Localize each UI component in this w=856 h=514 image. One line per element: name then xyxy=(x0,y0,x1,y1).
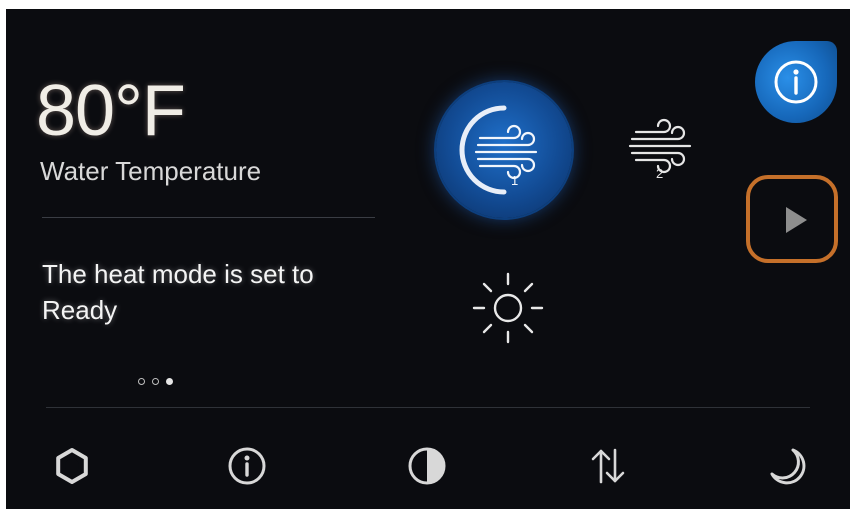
info-icon xyxy=(228,447,266,485)
up-down-arrows-icon xyxy=(591,448,625,484)
heat-mode-status: The heat mode is set to Ready xyxy=(42,259,314,325)
water-temperature-label: Water Temperature xyxy=(40,156,262,186)
divider xyxy=(46,407,810,408)
page-dot[interactable] xyxy=(138,378,145,385)
divider xyxy=(42,217,375,218)
jets-icon: 2 xyxy=(628,118,692,181)
info-bottom-button[interactable] xyxy=(223,442,271,490)
jets-1-button[interactable]: 1 xyxy=(436,82,572,218)
page-indicator[interactable] xyxy=(138,378,173,385)
moon-icon xyxy=(770,448,806,485)
water-temperature-value: 80°F xyxy=(36,71,186,151)
jets-2-button[interactable]: 2 xyxy=(618,112,698,182)
gear-icon xyxy=(56,448,88,484)
settings-button[interactable] xyxy=(48,442,96,490)
info-button[interactable] xyxy=(755,41,837,123)
jet-number: 1 xyxy=(511,173,518,188)
page-dot-active[interactable] xyxy=(166,378,173,385)
jets-icon: 1 xyxy=(459,105,538,195)
sun-icon xyxy=(472,272,544,344)
light-button[interactable] xyxy=(468,268,548,348)
info-icon xyxy=(774,60,818,104)
next-page-button[interactable] xyxy=(746,175,838,263)
page-dot[interactable] xyxy=(152,378,159,385)
contrast-button[interactable] xyxy=(403,442,451,490)
play-icon xyxy=(786,207,807,233)
night-mode-button[interactable] xyxy=(763,442,811,490)
transfer-button[interactable] xyxy=(584,442,632,490)
contrast-icon xyxy=(408,447,446,485)
jet-number: 2 xyxy=(656,166,663,181)
spa-control-screen: 80°F Water Temperature The heat mode is … xyxy=(6,9,850,509)
